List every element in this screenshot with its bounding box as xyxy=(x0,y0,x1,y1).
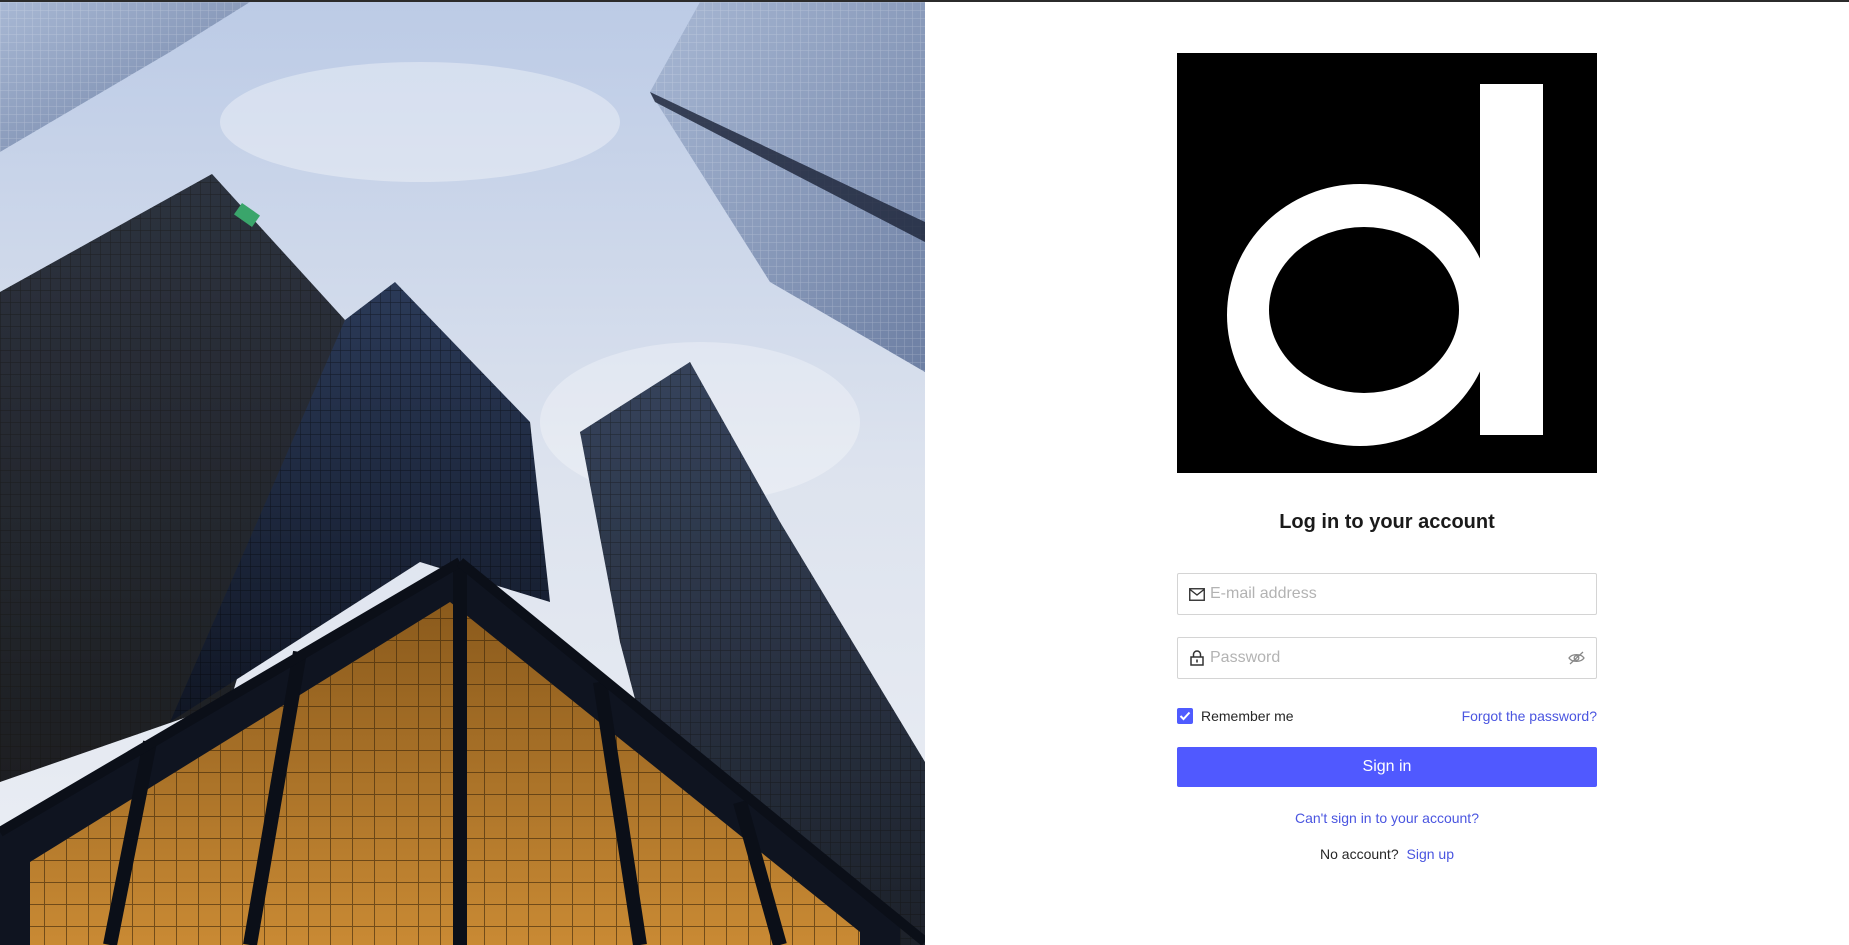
options-row: Remember me Forgot the password? xyxy=(1177,706,1597,726)
envelope-icon xyxy=(1188,585,1206,603)
page-title: Log in to your account xyxy=(1279,511,1495,533)
sign-in-button[interactable]: Sign in xyxy=(1177,747,1597,787)
cant-sign-in-link[interactable]: Can't sign in to your account? xyxy=(1295,810,1479,826)
d-logo-icon xyxy=(1227,84,1543,446)
lock-icon xyxy=(1188,649,1206,667)
email-input[interactable] xyxy=(1210,574,1586,614)
skyscrapers-illustration xyxy=(0,2,925,945)
eye-slash-icon[interactable] xyxy=(1566,648,1586,668)
password-field[interactable] xyxy=(1177,637,1597,679)
check-icon[interactable] xyxy=(1177,708,1193,724)
hero-photo xyxy=(0,2,925,945)
remember-me-checkbox[interactable]: Remember me xyxy=(1177,708,1294,724)
login-page: Log in to your account E-mail address Re… xyxy=(0,2,1849,945)
forgot-password-link[interactable]: Forgot the password? xyxy=(1462,708,1597,724)
brand-logo xyxy=(1177,53,1597,473)
password-input[interactable] xyxy=(1210,638,1566,678)
signup-row: No account? Sign up xyxy=(1177,846,1597,862)
email-field[interactable] xyxy=(1177,573,1597,615)
remember-me-label: Remember me xyxy=(1201,708,1294,724)
no-account-text: No account? xyxy=(1320,846,1399,862)
login-form: Log in to your account E-mail address Re… xyxy=(1177,53,1597,862)
sign-up-link[interactable]: Sign up xyxy=(1407,846,1454,862)
cant-sign-in-row: Can't sign in to your account? xyxy=(1177,810,1597,828)
login-panel: Log in to your account E-mail address Re… xyxy=(925,2,1849,945)
